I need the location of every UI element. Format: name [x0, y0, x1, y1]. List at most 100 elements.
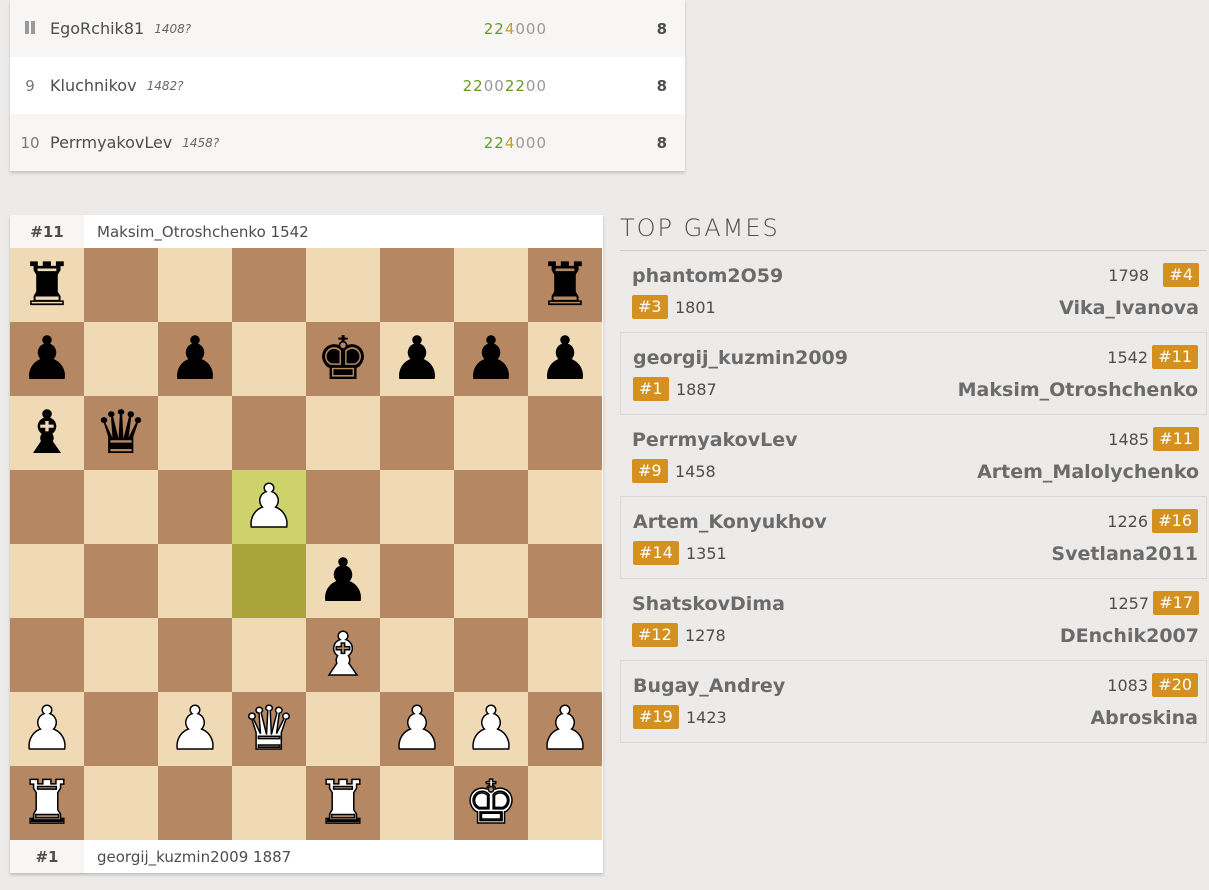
board-square[interactable] — [528, 766, 602, 840]
black-player-name[interactable]: DEnchik2007 — [1060, 625, 1199, 647]
board-square[interactable]: ♟ — [528, 692, 602, 766]
standings-row[interactable]: EgoRchik81 1408? 224000 8 — [10, 0, 685, 57]
top-game-card[interactable]: PerrmyakovLev Artem_Malolychenko 1485 #11 #9… — [620, 415, 1207, 497]
white-pawn-icon[interactable]: ♟ — [19, 698, 74, 760]
board-square[interactable]: ♚ — [454, 766, 528, 840]
board-square[interactable] — [84, 618, 158, 692]
board-square[interactable] — [10, 470, 84, 544]
white-rook-icon[interactable]: ♜ — [315, 772, 370, 834]
black-rook-icon[interactable]: ♜ — [538, 255, 592, 315]
white-pawn-icon[interactable]: ♟ — [241, 476, 296, 538]
player-name[interactable]: PerrmyakovLev — [50, 133, 172, 152]
board-square[interactable]: ♟ — [380, 692, 454, 766]
white-player-name[interactable]: Artem_Konyukhov — [633, 511, 827, 533]
board-square[interactable] — [380, 248, 454, 322]
top-game-card[interactable]: Bugay_Andrey Abroskina 1083 #20 #19 1423 — [620, 661, 1207, 743]
board-square[interactable] — [380, 766, 454, 840]
player-name[interactable]: Kluchnikov — [50, 76, 137, 95]
board-square[interactable]: ♟ — [232, 470, 306, 544]
black-pawn-icon[interactable]: ♟ — [20, 329, 74, 389]
white-pawn-icon[interactable]: ♟ — [167, 698, 222, 760]
board-square[interactable] — [84, 248, 158, 322]
board-square[interactable] — [454, 396, 528, 470]
board-square[interactable] — [306, 692, 380, 766]
white-player-name[interactable]: georgij_kuzmin2009 — [633, 347, 848, 369]
board-square[interactable]: ♚ — [306, 322, 380, 396]
top-game-card[interactable]: phantom2O59 Vika_Ivanova 1798 #4 #3 1801 — [620, 251, 1207, 333]
board-square[interactable]: ♟ — [10, 322, 84, 396]
white-queen-icon[interactable]: ♛ — [241, 698, 296, 760]
board-square[interactable]: ♟ — [306, 544, 380, 618]
board-square[interactable] — [84, 692, 158, 766]
board-square[interactable]: ♟ — [380, 322, 454, 396]
board-square[interactable]: ♛ — [84, 396, 158, 470]
board-square[interactable] — [158, 248, 232, 322]
top-game-card[interactable]: ShatskovDima DEnchik2007 1257 #17 #12 1278 — [620, 579, 1207, 661]
board-square[interactable]: ♛ — [232, 692, 306, 766]
board-square[interactable] — [528, 396, 602, 470]
board-square[interactable] — [380, 618, 454, 692]
board-square[interactable] — [380, 544, 454, 618]
board-square[interactable] — [454, 470, 528, 544]
black-bishop-icon[interactable]: ♝ — [20, 403, 74, 463]
board-square[interactable] — [306, 470, 380, 544]
board-square[interactable] — [158, 766, 232, 840]
chess-board[interactable]: ♜ ♜ ♟ ♟ ♚ ♟ ♟ ♟ ♝ ♛ ♟ ♟ ♝ ♟ ♟ ♛ ♟ ♟ ♟ ♜ ♜ ♚ — [10, 248, 603, 840]
board-square[interactable] — [232, 322, 306, 396]
board-square[interactable] — [84, 766, 158, 840]
board-square[interactable] — [454, 248, 528, 322]
black-player-name[interactable]: Abroskina — [1090, 707, 1198, 729]
white-player-name[interactable]: Bugay_Andrey — [633, 675, 785, 697]
black-rook-icon[interactable]: ♜ — [20, 255, 74, 315]
board-square[interactable] — [10, 544, 84, 618]
board-square[interactable] — [306, 396, 380, 470]
black-pawn-icon[interactable]: ♟ — [390, 329, 444, 389]
board-square[interactable] — [232, 248, 306, 322]
black-pawn-icon[interactable]: ♟ — [464, 329, 518, 389]
board-square[interactable] — [380, 396, 454, 470]
board-square[interactable]: ♟ — [454, 692, 528, 766]
board-square[interactable]: ♟ — [454, 322, 528, 396]
board-square[interactable] — [232, 544, 306, 618]
board-square[interactable] — [158, 618, 232, 692]
white-pawn-icon[interactable]: ♟ — [389, 698, 444, 760]
board-square[interactable] — [158, 470, 232, 544]
white-pawn-icon[interactable]: ♟ — [463, 698, 518, 760]
black-pawn-icon[interactable]: ♟ — [316, 551, 370, 611]
board-square[interactable]: ♜ — [528, 248, 602, 322]
board-square[interactable] — [528, 618, 602, 692]
top-game-card[interactable]: Artem_Konyukhov Svetlana2011 1226 #16 #14 135… — [620, 497, 1207, 579]
black-king-icon[interactable]: ♚ — [316, 329, 370, 389]
board-square[interactable]: ♟ — [10, 692, 84, 766]
board-square[interactable] — [306, 248, 380, 322]
black-player-name[interactable]: Maksim_Otroshchenko — [958, 379, 1198, 401]
standings-row[interactable]: 9 Kluchnikov 1482? 22002200 8 — [10, 57, 685, 114]
board-square[interactable] — [232, 396, 306, 470]
black-player-name[interactable]: Vika_Ivanova — [1059, 297, 1199, 319]
board-square[interactable] — [232, 766, 306, 840]
board-square[interactable] — [84, 470, 158, 544]
board-square[interactable] — [84, 322, 158, 396]
board-square[interactable] — [454, 618, 528, 692]
black-pawn-icon[interactable]: ♟ — [168, 329, 222, 389]
black-pawn-icon[interactable]: ♟ — [538, 329, 592, 389]
board-square[interactable]: ♝ — [306, 618, 380, 692]
black-player-name[interactable]: Svetlana2011 — [1051, 543, 1198, 565]
white-player-name[interactable]: ShatskovDima — [632, 593, 785, 615]
board-square[interactable] — [454, 544, 528, 618]
board-square[interactable] — [528, 470, 602, 544]
black-queen-icon[interactable]: ♛ — [94, 403, 148, 463]
board-square[interactable]: ♟ — [528, 322, 602, 396]
black-player-name[interactable]: Artem_Malolychenko — [977, 461, 1199, 483]
white-player-name[interactable]: phantom2O59 — [632, 265, 783, 287]
white-bishop-icon[interactable]: ♝ — [315, 624, 370, 686]
board-square[interactable]: ♜ — [10, 766, 84, 840]
board-square[interactable]: ♟ — [158, 322, 232, 396]
top-player-bar[interactable]: #11 Maksim_Otroshchenko 1542 — [10, 215, 603, 248]
board-square[interactable]: ♜ — [306, 766, 380, 840]
board-square[interactable]: ♜ — [10, 248, 84, 322]
board-square[interactable]: ♟ — [158, 692, 232, 766]
board-square[interactable] — [232, 618, 306, 692]
board-square[interactable] — [380, 470, 454, 544]
white-pawn-icon[interactable]: ♟ — [537, 698, 592, 760]
